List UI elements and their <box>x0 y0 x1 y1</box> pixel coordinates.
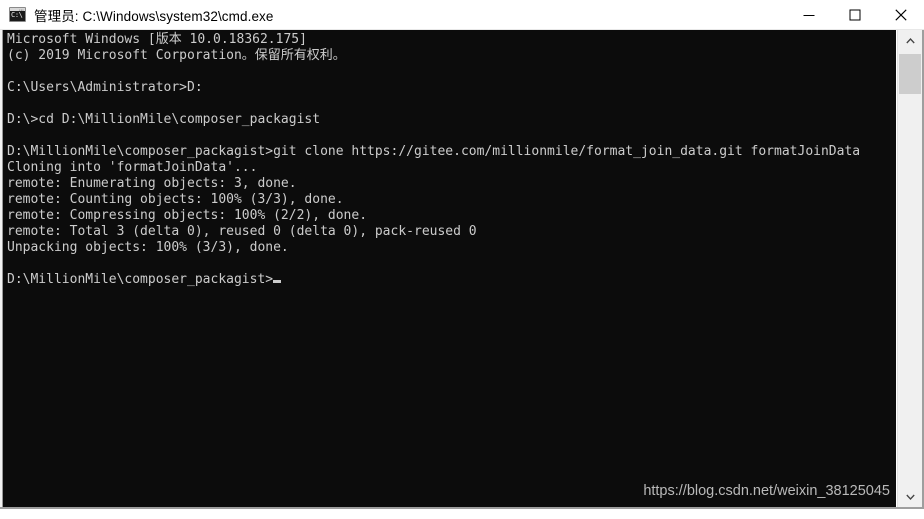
console-line: Unpacking objects: 100% (3/3), done. <box>7 240 289 255</box>
console-line: remote: Counting objects: 100% (3/3), do… <box>7 192 344 207</box>
scroll-up-button[interactable] <box>898 30 922 52</box>
close-button[interactable] <box>878 0 924 30</box>
scrollbar-track[interactable] <box>898 52 922 486</box>
console-line: (c) 2019 Microsoft Corporation。保留所有权利。 <box>7 48 346 63</box>
minimize-icon <box>803 15 815 16</box>
console-text: Microsoft Windows [版本 10.0.18362.175] (c)… <box>7 32 896 288</box>
console-line: D:\>cd D:\MillionMile\composer_packagist <box>7 112 321 127</box>
minimize-button[interactable] <box>786 0 832 30</box>
chevron-down-icon <box>905 494 915 500</box>
vertical-scrollbar[interactable] <box>897 30 922 508</box>
console-line: remote: Enumerating objects: 3, done. <box>7 176 297 191</box>
console-line: Cloning into 'formatJoinData'... <box>7 160 258 175</box>
console-output-area[interactable]: Microsoft Windows [版本 10.0.18362.175] (c)… <box>2 30 896 508</box>
window-controls <box>786 0 924 30</box>
console-line: remote: Compressing objects: 100% (2/2),… <box>7 208 368 223</box>
scroll-down-button[interactable] <box>898 486 922 508</box>
cmd-icon: ▪▪▪ C:\ <box>9 7 26 22</box>
maximize-button[interactable] <box>832 0 878 30</box>
console-line: D:\MillionMile\composer_packagist> <box>7 272 896 288</box>
window-outer-shadow <box>0 509 924 519</box>
chevron-up-icon <box>905 38 915 44</box>
console-line: Microsoft Windows [版本 10.0.18362.175] <box>7 32 307 47</box>
console-line: D:\MillionMile\composer_packagist>git cl… <box>7 144 861 159</box>
title-bar[interactable]: ▪▪▪ C:\ 管理员: C:\Windows\system32\cmd.exe <box>0 0 924 30</box>
window-title: 管理员: C:\Windows\system32\cmd.exe <box>34 8 274 24</box>
cmd-icon-text: C:\ <box>11 11 23 19</box>
scrollbar-thumb[interactable] <box>899 54 921 94</box>
console-line: C:\Users\Administrator>D: <box>7 80 203 95</box>
console-line: remote: Total 3 (delta 0), reused 0 (del… <box>7 224 477 239</box>
window-border-left <box>0 30 2 509</box>
cmd-window: ▪▪▪ C:\ 管理员: C:\Windows\system32\cmd.exe <box>0 0 924 519</box>
watermark-text: https://blog.csdn.net/weixin_38125045 <box>643 483 890 499</box>
close-icon <box>895 9 907 21</box>
console-cursor <box>273 280 282 283</box>
maximize-icon <box>849 9 861 21</box>
